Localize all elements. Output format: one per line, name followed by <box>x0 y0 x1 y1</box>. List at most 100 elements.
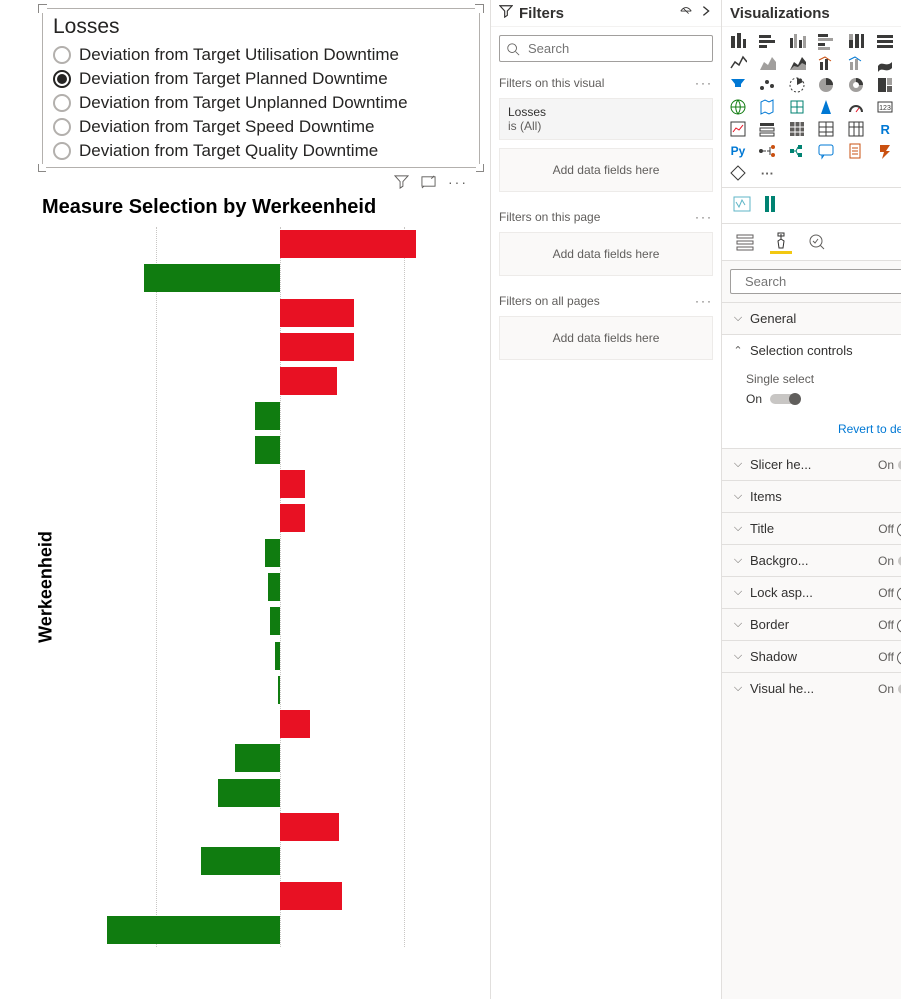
drop-zone-visual[interactable]: Add data fields here <box>499 148 713 192</box>
viz-icon-donut[interactable] <box>846 75 866 95</box>
bar[interactable] <box>280 230 416 258</box>
viz-icon-qa[interactable] <box>816 141 836 161</box>
filters-search-input[interactable] <box>526 40 706 57</box>
more-options-icon[interactable]: ··· <box>448 174 468 192</box>
viz-icon-decomp[interactable] <box>787 141 807 161</box>
format-search[interactable] <box>730 269 901 294</box>
bar[interactable] <box>265 539 280 567</box>
format-tab[interactable] <box>770 230 792 254</box>
viz-icon-kpi[interactable] <box>728 119 748 139</box>
bar-chart-visual[interactable]: Werkeenheid <box>42 227 488 947</box>
slicer-visual[interactable]: Losses Deviation from Target Utilisation… <box>42 8 480 168</box>
prop-general[interactable]: ⌵ General <box>722 302 901 334</box>
focus-mode-icon[interactable] <box>421 174 436 192</box>
viz-icon-table-sel[interactable] <box>787 119 807 139</box>
slicer-option[interactable]: Deviation from Target Planned Downtime <box>53 67 475 91</box>
viz-icon-slicer[interactable] <box>757 119 777 139</box>
bar[interactable] <box>270 607 280 635</box>
filters-search[interactable] <box>499 35 713 62</box>
format-search-input[interactable] <box>743 273 901 290</box>
viz-icon-gauge[interactable] <box>846 97 866 117</box>
drop-zone-all[interactable]: Add data fields here <box>499 316 713 360</box>
bar[interactable] <box>280 813 339 841</box>
bar[interactable] <box>107 916 280 944</box>
viz-icon-automate[interactable] <box>875 141 895 161</box>
viz-icon-bar-100[interactable] <box>846 31 866 51</box>
bar[interactable] <box>255 402 280 430</box>
revert-to-default-link[interactable]: Revert to default <box>722 416 901 448</box>
drop-zone-page[interactable]: Add data fields here <box>499 232 713 276</box>
hide-pane-icon[interactable] <box>679 4 693 22</box>
viz-icon-bar-h100[interactable] <box>875 31 895 51</box>
slicer-option[interactable]: Deviation from Target Utilisation Downti… <box>53 43 475 67</box>
slicer-option[interactable]: Deviation from Target Speed Downtime <box>53 115 475 139</box>
section-more-icon[interactable]: ··· <box>695 210 713 224</box>
bar[interactable] <box>218 779 280 807</box>
bar[interactable] <box>280 333 354 361</box>
bar[interactable] <box>280 710 310 738</box>
section-more-icon[interactable]: ··· <box>695 294 713 308</box>
section-more-icon[interactable]: ··· <box>695 76 713 90</box>
viz-icon-shape-map[interactable] <box>787 97 807 117</box>
prop-row[interactable]: ⌵ Border Off <box>722 608 901 640</box>
bar[interactable] <box>280 299 354 327</box>
viz-icon-key-infl[interactable] <box>757 141 777 161</box>
viz-icon-get-more[interactable] <box>728 163 748 183</box>
viz-icon-combo2[interactable] <box>846 53 866 73</box>
analytics-tab[interactable] <box>806 230 828 254</box>
bar[interactable] <box>275 642 280 670</box>
viz-icon-globe[interactable] <box>728 97 748 117</box>
viz-icon-smart-narrative[interactable] <box>732 194 752 217</box>
single-select-toggle[interactable] <box>770 394 800 404</box>
viz-icon-scatter[interactable] <box>757 75 777 95</box>
prop-row[interactable]: ⌵ Slicer he... On <box>722 448 901 480</box>
prop-selection-controls[interactable]: ⌃ Selection controls <box>722 334 901 366</box>
bar[interactable] <box>280 470 305 498</box>
viz-icon-bar-hclustered[interactable] <box>816 31 836 51</box>
collapse-pane-icon[interactable] <box>699 4 713 22</box>
viz-icon-line[interactable] <box>728 53 748 73</box>
bar[interactable] <box>280 504 305 532</box>
viz-icon-ellipsis[interactable]: ··· <box>757 163 777 183</box>
bar[interactable] <box>268 573 280 601</box>
viz-icon-paginated[interactable] <box>760 194 780 217</box>
viz-icon-area[interactable] <box>757 53 777 73</box>
viz-icon-matrix[interactable] <box>846 119 866 139</box>
viz-icon-combo[interactable] <box>816 53 836 73</box>
slicer-option-label: Deviation from Target Planned Downtime <box>79 69 388 89</box>
prop-row[interactable]: ⌵ Title Off <box>722 512 901 544</box>
fields-tab[interactable] <box>734 230 756 254</box>
prop-row[interactable]: ⌵ Shadow Off <box>722 640 901 672</box>
viz-icon-bar-hstacked[interactable] <box>757 31 777 51</box>
bar[interactable] <box>278 676 280 704</box>
viz-icon-table[interactable] <box>816 119 836 139</box>
prop-row[interactable]: ⌵ Items <box>722 480 901 512</box>
prop-row[interactable]: ⌵ Visual he... On <box>722 672 901 704</box>
bar[interactable] <box>280 882 342 910</box>
viz-icon-funnel[interactable] <box>728 75 748 95</box>
prop-row[interactable]: ⌵ Backgro... On <box>722 544 901 576</box>
viz-icon-filled-map[interactable] <box>757 97 777 117</box>
bar[interactable] <box>280 367 337 395</box>
filter-icon[interactable] <box>394 174 409 192</box>
viz-icon-bar-clustered[interactable] <box>787 31 807 51</box>
bar[interactable] <box>235 744 280 772</box>
viz-icon-bar-stacked[interactable] <box>728 31 748 51</box>
slicer-option[interactable]: Deviation from Target Quality Downtime <box>53 139 475 163</box>
slicer-option[interactable]: Deviation from Target Unplanned Downtime <box>53 91 475 115</box>
viz-icon-azure-map[interactable] <box>816 97 836 117</box>
filter-card-losses[interactable]: Losses is (All) <box>499 98 713 140</box>
bar[interactable] <box>255 436 280 464</box>
viz-icon-r-visual[interactable]: R <box>875 119 895 139</box>
bar[interactable] <box>144 264 280 292</box>
viz-icon-area-stacked[interactable] <box>787 53 807 73</box>
viz-icon-py-visual[interactable]: Py <box>728 141 748 161</box>
viz-icon-pie-dotted[interactable] <box>787 75 807 95</box>
bar[interactable] <box>201 847 280 875</box>
viz-icon-pie[interactable] <box>816 75 836 95</box>
prop-row[interactable]: ⌵ Lock asp... Off <box>722 576 901 608</box>
viz-icon-ribbon[interactable] <box>875 53 895 73</box>
viz-icon-paginated[interactable] <box>846 141 866 161</box>
viz-icon-treemap[interactable] <box>875 75 895 95</box>
viz-icon-card[interactable]: 123 <box>875 97 895 117</box>
